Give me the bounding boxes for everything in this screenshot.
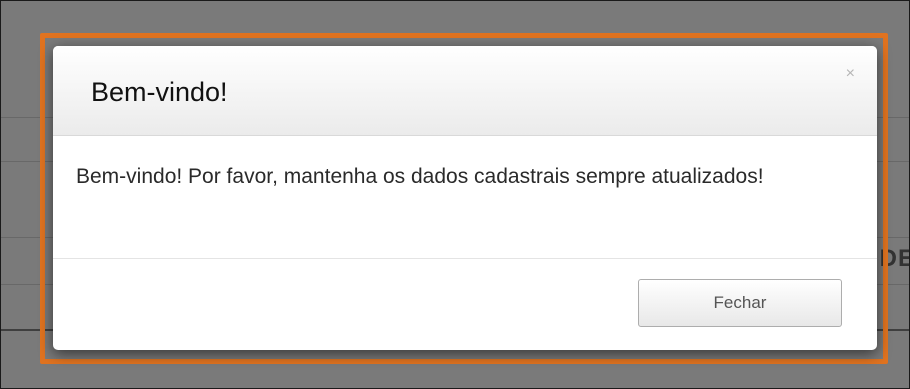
modal-body: Bem-vindo! Por favor, mantenha os dados … (53, 136, 877, 259)
modal-message: Bem-vindo! Por favor, mantenha os dados … (76, 165, 764, 188)
modal-header: Bem-vindo! × (53, 46, 877, 136)
modal-title: Bem-vindo! (91, 77, 228, 107)
close-button[interactable]: Fechar (638, 279, 842, 327)
close-icon[interactable]: × (846, 66, 855, 82)
app-window: DE Bem-vindo! × Bem-vindo! Por favor, ma… (0, 0, 910, 389)
modal-footer: Fechar (53, 259, 877, 349)
welcome-modal: Bem-vindo! × Bem-vindo! Por favor, mante… (53, 46, 877, 350)
